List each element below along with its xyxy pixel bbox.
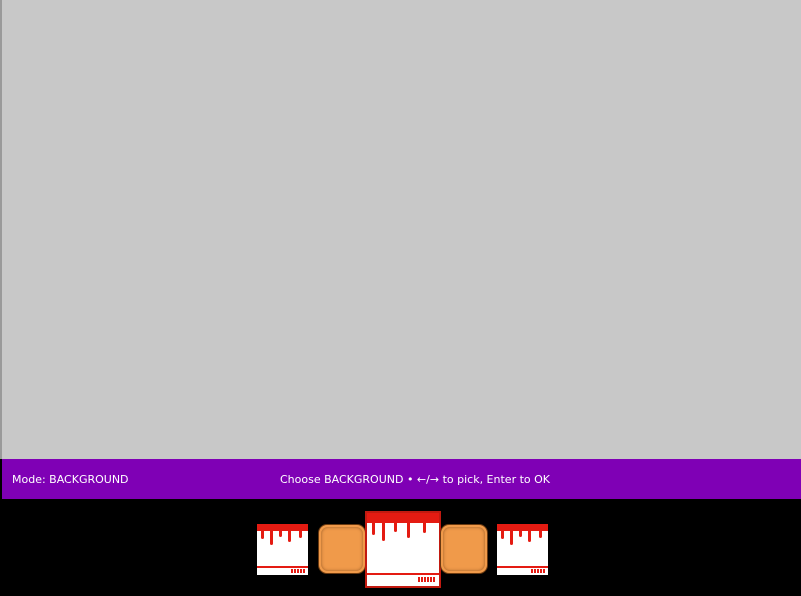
mode-label: Mode: BACKGROUND bbox=[12, 473, 129, 486]
background-option-drip[interactable] bbox=[497, 524, 548, 575]
selection-highlight bbox=[365, 511, 441, 588]
background-option-orange-tile[interactable] bbox=[318, 524, 366, 574]
background-picker-app: Mode: BACKGROUND Choose BACKGROUND • ←/→… bbox=[0, 0, 801, 596]
preview-canvas bbox=[2, 0, 801, 459]
background-option-drip[interactable] bbox=[257, 524, 308, 575]
background-picker-strip bbox=[2, 499, 801, 596]
background-option-orange-tile[interactable] bbox=[440, 524, 488, 574]
status-bar: Mode: BACKGROUND Choose BACKGROUND • ←/→… bbox=[2, 459, 801, 499]
instructions-text: Choose BACKGROUND • ←/→ to pick, Enter t… bbox=[280, 473, 550, 486]
